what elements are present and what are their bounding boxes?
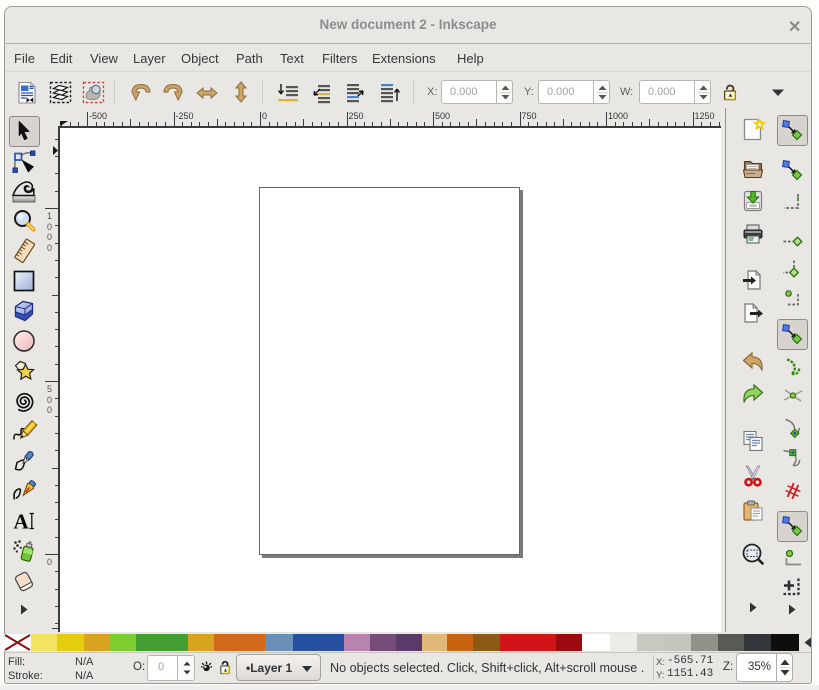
svg-text:A: A (14, 510, 30, 534)
